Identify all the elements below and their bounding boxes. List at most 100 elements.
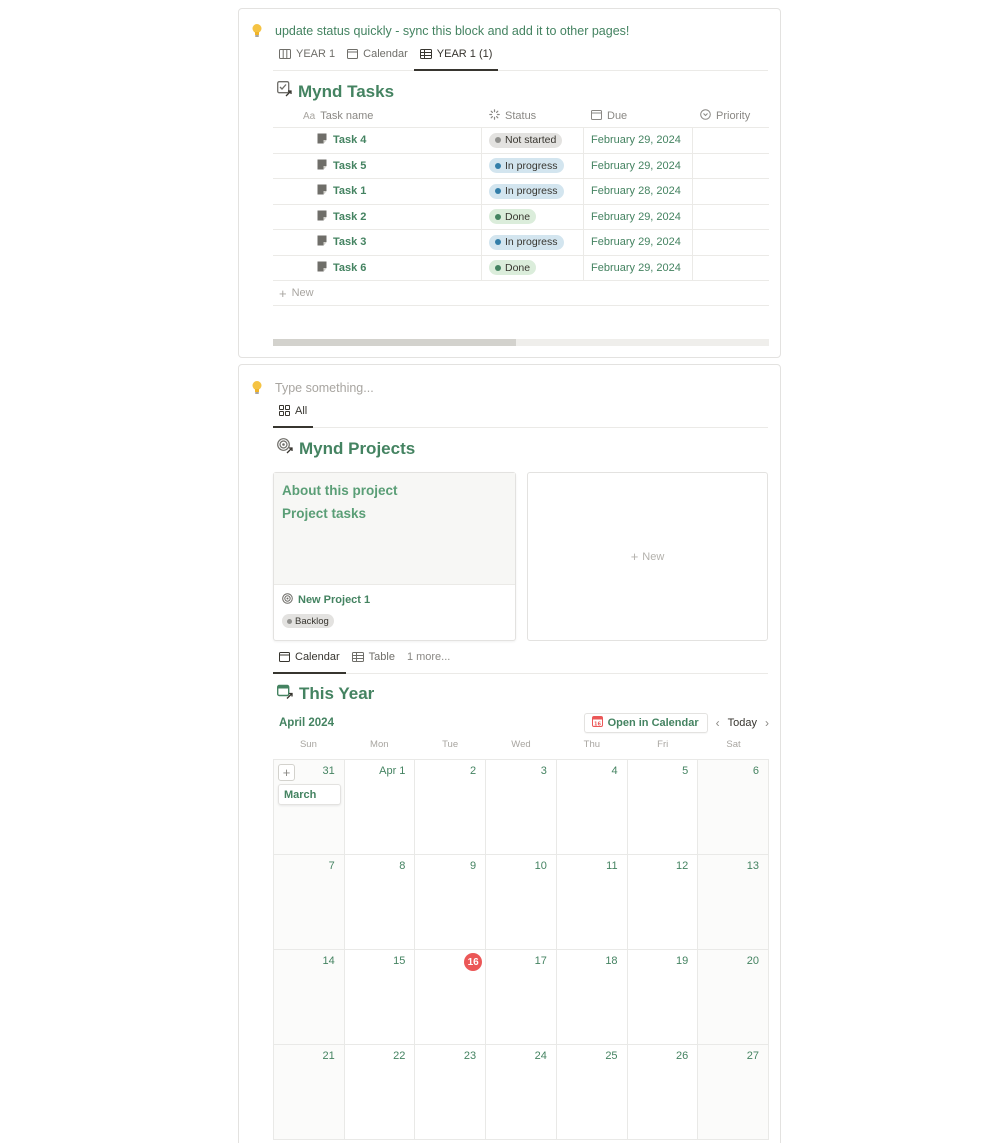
day-number: 27 (746, 1050, 759, 1062)
table-row[interactable]: Task 5 In progress February 29, 2024 (273, 153, 769, 179)
calendar-day[interactable]: 26 (627, 1045, 699, 1140)
table-row[interactable]: Task 3 In progress February 29, 2024 (273, 230, 769, 256)
due-cell[interactable]: February 28, 2024 (583, 179, 692, 204)
calendar-day[interactable]: 16 (415, 950, 487, 1045)
tab-all[interactable]: All (273, 401, 314, 428)
new-row-button[interactable]: + New (273, 281, 769, 306)
calendar-day[interactable]: 24 (486, 1045, 557, 1140)
text-property-icon: Aa (303, 110, 316, 122)
today-marker: 16 (464, 953, 483, 971)
database-title[interactable]: This Year (276, 684, 374, 704)
day-number: 24 (534, 1050, 547, 1062)
new-card-button[interactable]: + New (527, 472, 768, 641)
calendar-day[interactable]: 19 (627, 950, 699, 1045)
priority-cell[interactable] (692, 128, 769, 153)
tab-table[interactable]: Table (346, 647, 401, 673)
table-row[interactable]: Task 2 Done February 29, 2024 (273, 204, 769, 230)
calendar-day[interactable]: 20 (698, 950, 769, 1045)
tab-more[interactable]: 1 more... (401, 647, 456, 673)
lightbulb-icon (251, 23, 263, 39)
calendar-day[interactable]: 12 (627, 855, 699, 950)
calendar-day[interactable]: 3 (486, 760, 557, 855)
calendar-day[interactable]: 7 (274, 855, 345, 950)
due-date: February 28, 2024 (591, 185, 681, 198)
task-name: Task 4 (333, 134, 367, 147)
priority-cell[interactable] (692, 179, 769, 204)
tab-calendar[interactable]: Calendar (341, 44, 414, 70)
database-title[interactable]: Mynd Projects (277, 438, 415, 459)
task-name-cell[interactable]: Task 3 (273, 230, 481, 255)
calendar-day[interactable]: 4 (556, 760, 628, 855)
task-name-cell[interactable]: Task 6 (273, 256, 481, 281)
priority-cell[interactable] (692, 230, 769, 255)
calendar-event[interactable]: March (278, 784, 341, 805)
scrollbar-thumb[interactable] (273, 339, 516, 346)
horizontal-scrollbar[interactable] (273, 339, 769, 346)
calendar-day[interactable]: 18 (556, 950, 628, 1045)
column-status[interactable]: Status (481, 105, 583, 127)
status-pill: Not started (489, 132, 563, 148)
status-dot (495, 239, 501, 246)
status-cell[interactable]: Done (481, 204, 583, 229)
due-date: February 29, 2024 (591, 134, 681, 147)
task-name-cell[interactable]: Task 1 (273, 179, 481, 204)
calendar-day[interactable]: 6 (698, 760, 769, 855)
column-due[interactable]: Due (583, 105, 692, 127)
calendar-day[interactable]: 25 (556, 1045, 628, 1140)
column-priority[interactable]: Priority (692, 105, 769, 127)
status-cell[interactable]: In progress (481, 230, 583, 255)
calendar-day[interactable]: 10 (486, 855, 557, 950)
task-name-cell[interactable]: Task 5 (273, 154, 481, 179)
calendar-day[interactable]: 13 (698, 855, 769, 950)
status-cell[interactable]: In progress (481, 179, 583, 204)
tab-year-1-1[interactable]: YEAR 1 (1) (413, 44, 499, 71)
table-row[interactable]: Task 1 In progress February 28, 2024 (273, 179, 769, 205)
status-cell[interactable]: Done (481, 255, 583, 280)
priority-cell[interactable] (692, 255, 769, 280)
table-row[interactable]: Task 6 Done February 29, 2024 (273, 255, 769, 281)
calendar-day[interactable]: 14 (274, 950, 345, 1045)
calendar-day[interactable]: 27 (698, 1045, 769, 1140)
due-cell[interactable]: February 29, 2024 (583, 230, 692, 255)
today-button[interactable]: Today (728, 717, 757, 729)
calendar-day[interactable]: 8 (344, 855, 416, 950)
due-cell[interactable]: February 29, 2024 (583, 255, 692, 280)
database-title[interactable]: Mynd Tasks (277, 81, 394, 102)
calendar-day[interactable]: 21 (274, 1045, 345, 1140)
calendar-day[interactable]: 5 (627, 760, 699, 855)
calendar-day[interactable]: 17 (486, 950, 557, 1045)
gallery-card[interactable]: About this project Project tasks New Pro… (273, 472, 516, 641)
tab-year-1[interactable]: YEAR 1 (273, 44, 341, 70)
card-title[interactable]: New Project 1 (274, 585, 515, 607)
day-number: 15 (393, 955, 406, 967)
open-in-calendar-button[interactable]: 16 Open in Calendar (583, 713, 708, 733)
calendar-day[interactable]: 15 (344, 950, 416, 1045)
table-row[interactable]: Task 4 Not started February 29, 2024 (273, 128, 769, 154)
due-cell[interactable]: February 29, 2024 (583, 153, 692, 178)
calendar-day[interactable]: 31 + March (274, 760, 345, 855)
priority-cell[interactable] (692, 153, 769, 178)
calendar-day[interactable]: 23 (415, 1045, 487, 1140)
column-task-name[interactable]: Aa Task name (273, 105, 481, 127)
calendar-day[interactable]: 9 (415, 855, 487, 950)
calendar-day[interactable]: 2 (415, 760, 487, 855)
add-event-plus-icon[interactable]: + (278, 764, 295, 781)
due-cell[interactable]: February 29, 2024 (583, 204, 692, 229)
due-date: February 29, 2024 (591, 236, 681, 249)
task-name-cell[interactable]: Task 4 (273, 128, 481, 153)
callout-text[interactable]: update status quickly - sync this block … (275, 24, 629, 38)
callout-input[interactable]: Type something... (275, 381, 374, 395)
chevron-left-icon[interactable]: ‹ (716, 716, 720, 730)
calendar-day[interactable]: 11 (556, 855, 628, 950)
tab-calendar[interactable]: Calendar (273, 647, 346, 674)
new-card-label: New (642, 550, 665, 563)
calendar-day[interactable]: 22 (344, 1045, 416, 1140)
priority-cell[interactable] (692, 204, 769, 229)
day-number: 31 (322, 765, 335, 777)
chevron-right-icon[interactable]: › (765, 716, 769, 730)
task-name-cell[interactable]: Task 2 (273, 205, 481, 230)
status-cell[interactable]: In progress (481, 153, 583, 178)
status-cell[interactable]: Not started (481, 128, 583, 153)
calendar-day[interactable]: Apr 1 (344, 760, 416, 855)
due-cell[interactable]: February 29, 2024 (583, 128, 692, 153)
